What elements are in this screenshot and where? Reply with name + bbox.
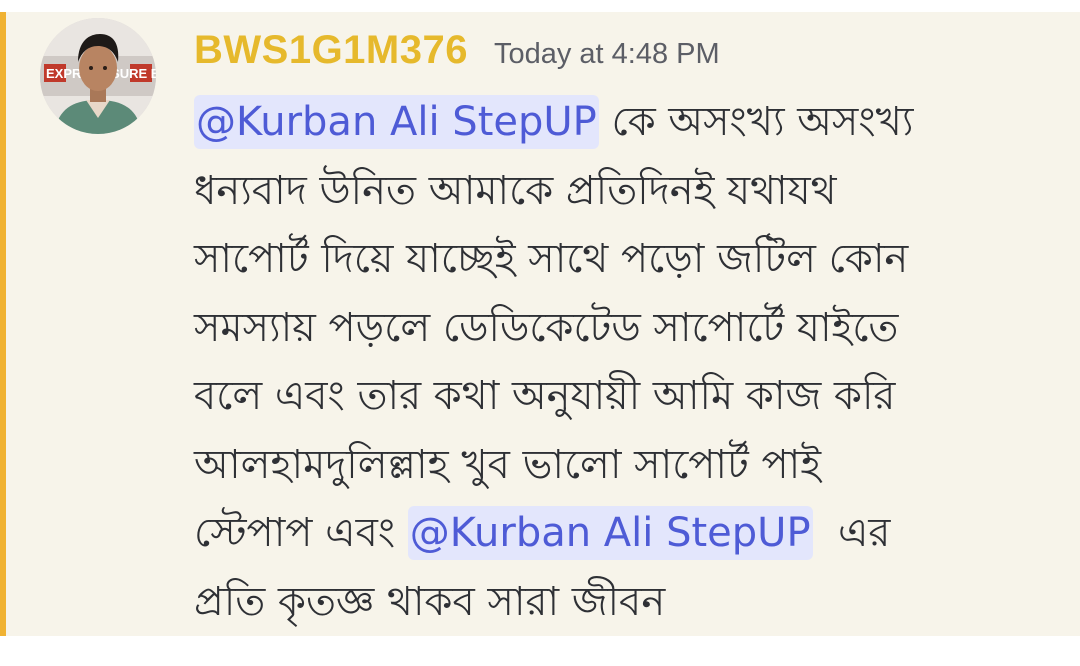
message-line: @Kurban Ali StepUP কে অসংখ্য অসংখ্য [194, 88, 1064, 157]
message-line: বলে এবং তার কথা অনুযায়ী আমি কাজ করি [194, 362, 1064, 431]
message-text: ধন্যবাদ উনিত আমাকে প্রতিদিনই যথাযথ [194, 167, 837, 214]
timestamp[interactable]: Today at 4:48 PM [494, 38, 720, 71]
message-text: সমস্যায় পড়লে ডেডিকেটেড সাপোর্টে যাইতে [194, 304, 899, 351]
message-line: আলহামদুলিল্লাহ খুব ভালো সাপোর্ট পাই [194, 431, 1064, 500]
message-line: সমস্যায় পড়লে ডেডিকেটেড সাপোর্টে যাইতে [194, 294, 1064, 363]
user-avatar[interactable]: EXPRESS SURE BD [40, 18, 156, 134]
message-line: স্টেপাপ এবং @Kurban Ali StepUP এর [194, 499, 1064, 568]
mention-highlight-bar [0, 12, 6, 636]
message-text: আলহামদুলিল্লাহ খুব ভালো সাপোর্ট পাই [194, 441, 822, 488]
user-mention[interactable]: @Kurban Ali StepUP [194, 95, 599, 149]
message-header: BWS1G1M376 Today at 4:48 PM [194, 28, 720, 78]
message-text: কে অসংখ্য অসংখ্য [598, 99, 914, 145]
chat-message[interactable]: EXPRESS SURE BD BWS1G1M376 Today at 4:48… [0, 12, 1080, 636]
message-text: সাপোর্ট দিয়ে যাচ্ছেই সাথে পড়ো জটিল কোন [194, 236, 909, 282]
message-text: স্টেপাপ এবং [194, 510, 408, 556]
message-text: বলে এবং তার কথা অনুযায়ী আমি কাজ করি [194, 373, 896, 419]
username[interactable]: BWS1G1M376 [194, 28, 468, 73]
avatar-image: EXPRESS SURE BD [40, 18, 156, 134]
message-line: প্রতি কৃতজ্ঞ থাকব সারা জীবন [194, 568, 1064, 637]
message-line: সাপোর্ট দিয়ে যাচ্ছেই সাথে পড়ো জটিল কোন [194, 225, 1064, 294]
message-text: প্রতি কৃতজ্ঞ থাকব সারা জীবন [194, 578, 666, 625]
message-content: @Kurban Ali StepUP কে অসংখ্য অসংখ্য ধন্য… [194, 88, 1064, 636]
message-text: এর [812, 510, 891, 556]
user-mention[interactable]: @Kurban Ali StepUP [407, 506, 813, 560]
message-line: ধন্যবাদ উনিত আমাকে প্রতিদিনই যথাযথ [194, 157, 1064, 226]
